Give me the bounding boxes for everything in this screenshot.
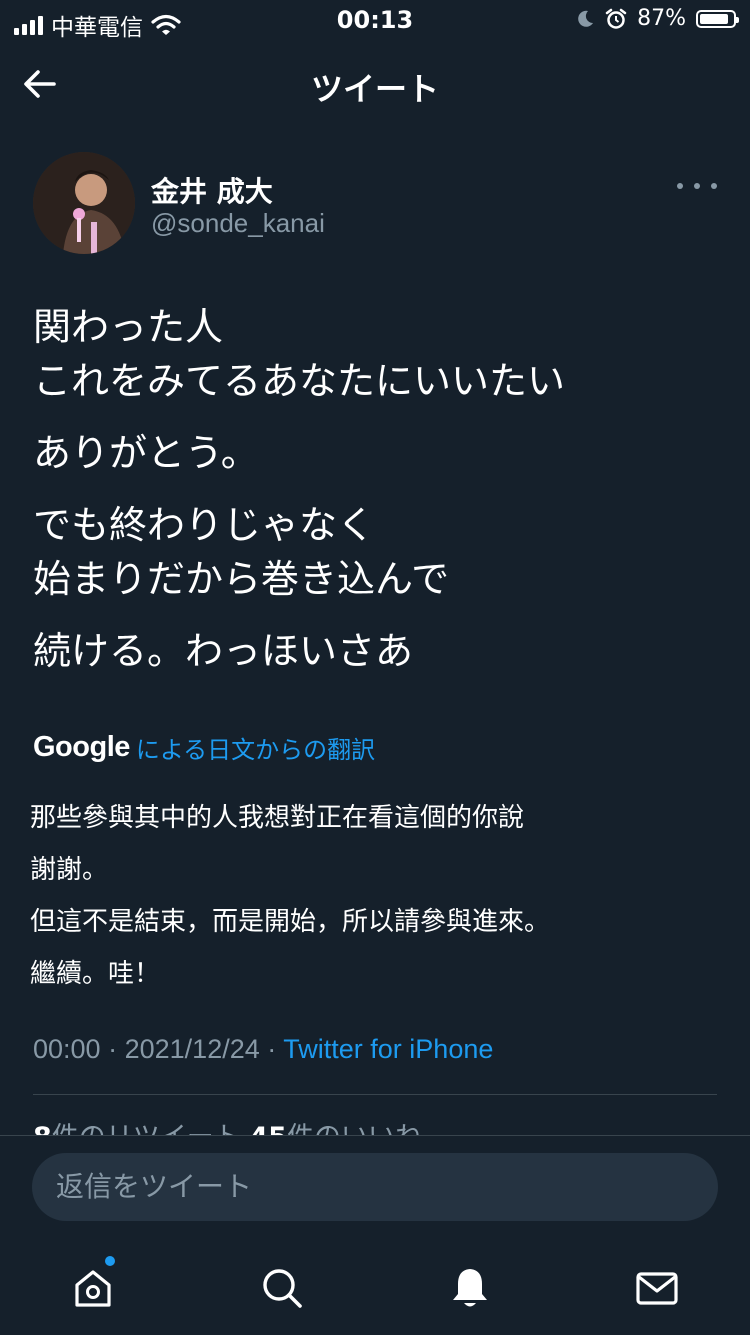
home-badge [105, 1256, 115, 1266]
tweet-source-link[interactable]: Twitter for iPhone [283, 1034, 493, 1064]
likes-label: 件のいいね [287, 1122, 422, 1136]
page-title: ツイート [310, 70, 439, 108]
tweet-date: 2021/12/24 [124, 1034, 260, 1064]
messages-icon [636, 1272, 678, 1305]
moon-icon [578, 10, 594, 27]
translation-label[interactable]: による日文からの翻訳 [136, 730, 375, 765]
meta-separator: · [267, 1034, 277, 1064]
battery-fill [700, 13, 728, 24]
translated-text: 那些參與其中的人我想對正在看這個的你說 謝謝。 但這不是結束，而是開始，所以請參… [30, 803, 551, 989]
tab-notifications[interactable] [440, 1258, 500, 1318]
tweet-text: 関わった人 これをみてるあなたにいいたい ありがとう。 でも終わりじゃなく 始ま… [33, 300, 723, 696]
tweet-paragraph: ありがとう。 [33, 431, 259, 475]
status-bar: 中華電信 00:13 87% [0, 0, 750, 41]
author-name[interactable]: 金井 成大 [151, 170, 273, 210]
nav-bar: ツイート [0, 40, 750, 128]
likes-count: 45 [249, 1122, 287, 1136]
tweet-paragraph: 続ける。わっほいさあ [33, 629, 414, 673]
notifications-icon [453, 1269, 487, 1307]
reply-input[interactable]: 返信をツイート [32, 1153, 718, 1221]
google-logo: Google [33, 731, 130, 763]
translation-attribution: Google による日文からの翻訳 [33, 730, 375, 765]
retweets-label: 件のリツイート [52, 1122, 241, 1136]
tab-home[interactable] [63, 1256, 123, 1318]
avatar-photo [33, 152, 135, 254]
battery-icon [696, 9, 739, 28]
tweet-time: 00:00 [33, 1034, 101, 1064]
author-handle[interactable]: @sonde_kanai [151, 208, 325, 239]
bottom-bar: 返信をツイート [0, 1135, 750, 1335]
likes-stat[interactable]: 45件のいいね [249, 1122, 422, 1136]
battery-percent: 87% [637, 6, 686, 31]
retweets-stat[interactable]: 8件のリツイート [33, 1122, 241, 1136]
more-icon[interactable] [677, 176, 717, 196]
tweet-paragraph: でも終わりじゃなく 始まりだから巻き込んで [33, 503, 450, 601]
retweets-count: 8 [33, 1122, 52, 1136]
tab-search[interactable] [252, 1258, 312, 1318]
search-icon [263, 1269, 302, 1308]
tab-messages[interactable] [627, 1258, 687, 1318]
meta-separator: · [108, 1034, 118, 1064]
avatar[interactable] [33, 152, 135, 254]
tweet-stats: 8件のリツイート 45件のいいね [33, 1116, 422, 1136]
status-right: 87% [575, 6, 739, 31]
tweet-paragraph: 関わった人 これをみてるあなたにいいたい [33, 305, 566, 403]
tweet-meta: 00:00 · 2021/12/24 · Twitter for iPhone [33, 1034, 493, 1065]
divider [33, 1094, 717, 1095]
alarm-icon [605, 8, 627, 29]
home-icon [75, 1270, 111, 1307]
